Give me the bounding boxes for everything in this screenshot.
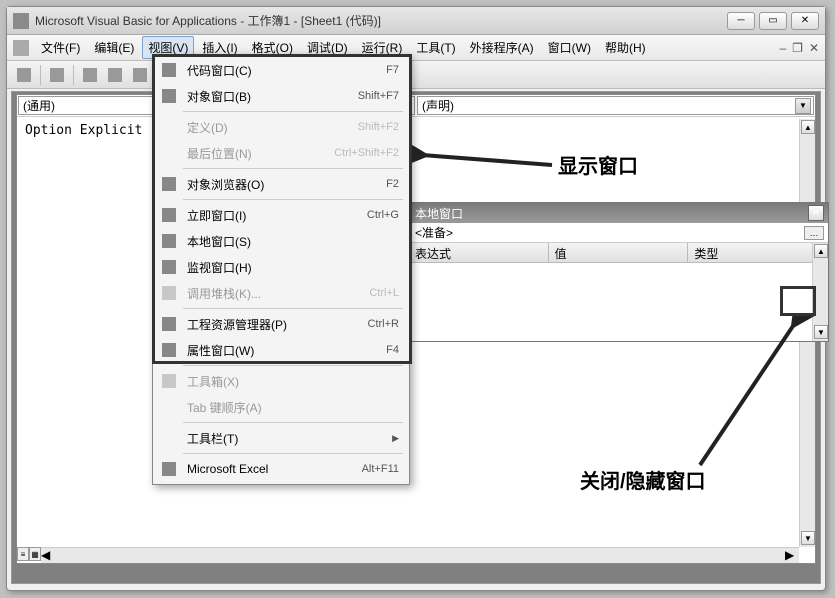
locals-window-icon: [159, 231, 179, 251]
scroll-right-icon[interactable]: ▶: [785, 548, 799, 562]
toolbox-icon: [159, 371, 179, 391]
minimize-button[interactable]: ─: [727, 12, 755, 30]
menu-item-object-window[interactable]: 对象窗口(B) Shift+F7: [155, 83, 407, 109]
scroll-up-icon[interactable]: ▲: [814, 244, 828, 258]
menu-item-definition: 定义(D) Shift+F2: [155, 114, 407, 140]
menu-window[interactable]: 窗口(W): [542, 36, 597, 59]
blank-icon: [159, 117, 179, 137]
locals-window: 本地窗口 ✕ <准备> … 表达式 值 类型 ▲ ▼: [408, 202, 829, 342]
locals-col-type[interactable]: 类型: [688, 243, 828, 262]
blank-icon: [159, 428, 179, 448]
properties-window-icon: [159, 340, 179, 360]
view-toggles: ≡ ▦: [17, 547, 41, 563]
menu-item-toolbox: 工具箱(X): [155, 368, 407, 394]
procedure-view-button[interactable]: ≡: [17, 547, 29, 561]
code-line: Option Explicit: [25, 123, 142, 138]
locals-status-text: <准备>: [415, 224, 453, 241]
toolbar: [7, 61, 825, 89]
view-menu-dropdown: 代码窗口(C) F7 对象窗口(B) Shift+F7 定义(D) Shift+…: [152, 54, 410, 485]
locals-col-expression[interactable]: 表达式: [409, 243, 549, 262]
toolbar-save[interactable]: [46, 64, 68, 86]
locals-window-title: 本地窗口: [415, 205, 463, 222]
close-button[interactable]: ✕: [791, 12, 819, 30]
maximize-button[interactable]: ▭: [759, 12, 787, 30]
menu-item-properties-window[interactable]: 属性窗口(W) F4: [155, 337, 407, 363]
menu-item-immediate-window[interactable]: 立即窗口(I) Ctrl+G: [155, 202, 407, 228]
scroll-down-icon[interactable]: ▼: [814, 325, 828, 339]
window-title: Microsoft Visual Basic for Applications …: [35, 12, 727, 29]
menu-item-locals-window[interactable]: 本地窗口(S): [155, 228, 407, 254]
menu-item-code-window[interactable]: 代码窗口(C) F7: [155, 57, 407, 83]
procedure-dropdown-value: (声明): [422, 97, 454, 114]
locals-close-button[interactable]: ✕: [808, 205, 824, 221]
locals-vertical-scrollbar[interactable]: ▲ ▼: [812, 243, 828, 341]
project-explorer-icon: [159, 314, 179, 334]
menu-item-project-explorer[interactable]: 工程资源管理器(P) Ctrl+R: [155, 311, 407, 337]
menu-item-microsoft-excel[interactable]: Microsoft Excel Alt+F11: [155, 456, 407, 482]
object-window-icon: [159, 86, 179, 106]
titlebar: Microsoft Visual Basic for Applications …: [7, 7, 825, 35]
blank-icon: [159, 143, 179, 163]
toolbar-paste[interactable]: [129, 64, 151, 86]
menu-item-last-position: 最后位置(N) Ctrl+Shift+F2: [155, 140, 407, 166]
object-browser-icon: [159, 174, 179, 194]
watch-window-icon: [159, 257, 179, 277]
call-stack-icon: [159, 283, 179, 303]
locals-status-bar: <准备> …: [409, 223, 828, 243]
scroll-down-icon[interactable]: ▼: [801, 531, 815, 545]
locals-col-value[interactable]: 值: [549, 243, 689, 262]
immediate-window-icon: [159, 205, 179, 225]
locals-more-button[interactable]: …: [804, 226, 824, 240]
full-module-view-button[interactable]: ▦: [29, 547, 41, 561]
menu-item-object-browser[interactable]: 对象浏览器(O) F2: [155, 171, 407, 197]
menu-tools[interactable]: 工具(T): [410, 36, 461, 59]
dropdown-arrow-icon[interactable]: ▼: [795, 98, 811, 114]
code-window-icon: [159, 60, 179, 80]
menu-help[interactable]: 帮助(H): [599, 36, 652, 59]
scroll-left-icon[interactable]: ◀: [41, 548, 55, 562]
scroll-up-icon[interactable]: ▲: [801, 120, 815, 134]
menu-item-tab-order: Tab 键顺序(A): [155, 394, 407, 420]
locals-column-headers: 表达式 值 类型: [409, 243, 828, 263]
blank-icon: [159, 397, 179, 417]
app-icon: [13, 13, 29, 29]
toolbar-view-excel[interactable]: [13, 64, 35, 86]
menubar: 文件(F) 编辑(E) 视图(V) 插入(I) 格式(O) 调试(D) 运行(R…: [7, 35, 825, 61]
menu-addins[interactable]: 外接程序(A): [464, 36, 540, 59]
procedure-dropdown[interactable]: (声明) ▼: [417, 96, 814, 115]
mdi-buttons: – ❐ ✕: [779, 41, 819, 55]
menu-item-toolbars[interactable]: 工具栏(T) ▶: [155, 425, 407, 451]
menu-edit[interactable]: 编辑(E): [88, 36, 140, 59]
window-buttons: ─ ▭ ✕: [727, 12, 819, 30]
submenu-arrow-icon: ▶: [392, 433, 399, 444]
object-dropdown-value: (通用): [23, 97, 55, 114]
menu-file[interactable]: 文件(F): [35, 36, 86, 59]
locals-window-titlebar[interactable]: 本地窗口 ✕: [409, 203, 828, 223]
menu-item-call-stack: 调用堆栈(K)... Ctrl+L: [155, 280, 407, 306]
document-icon: [13, 40, 29, 56]
menu-item-watch-window[interactable]: 监视窗口(H): [155, 254, 407, 280]
horizontal-scrollbar[interactable]: ◀ ▶: [41, 547, 799, 563]
toolbar-cut[interactable]: [79, 64, 101, 86]
toolbar-copy[interactable]: [104, 64, 126, 86]
excel-icon: [159, 459, 179, 479]
code-dropdowns: (通用) ▼ (声明) ▼: [17, 95, 815, 117]
